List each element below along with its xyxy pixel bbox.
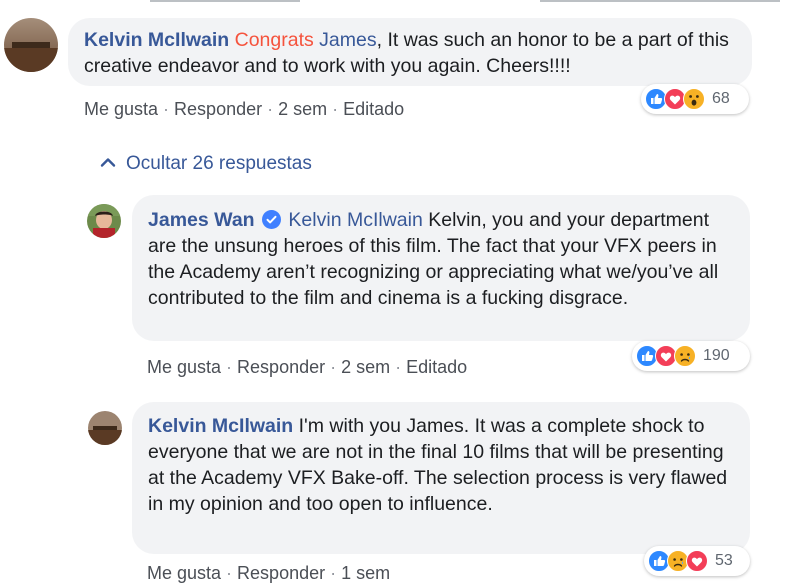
love-icon <box>686 550 708 572</box>
reply-mention[interactable]: Kelvin McIlwain <box>288 209 422 231</box>
like-link[interactable]: Me gusta <box>147 357 221 377</box>
reactions-main[interactable]: 68 <box>641 84 749 114</box>
like-link[interactable]: Me gusta <box>147 563 221 583</box>
timestamp-link[interactable]: 2 sem <box>341 357 390 377</box>
wow-icon <box>683 88 705 110</box>
hide-replies-label: Ocultar 26 respuestas <box>126 153 312 174</box>
reaction-count: 190 <box>703 347 730 364</box>
comment-bubble-main: Kelvin McIlwain Congrats James, It was s… <box>68 18 752 86</box>
comment-actions-reply-2: Me gusta · Responder · 1 sem <box>147 563 391 583</box>
edited-link[interactable]: Editado <box>406 357 467 377</box>
comment-mention[interactable]: James <box>319 29 376 51</box>
reactions-reply-2[interactable]: 53 <box>644 546 750 576</box>
reply-link[interactable]: Responder <box>237 357 325 377</box>
reaction-count: 53 <box>715 552 733 569</box>
reply-link[interactable]: Responder <box>237 563 325 583</box>
comment-highlight: Congrats <box>234 29 314 51</box>
verified-badge-icon <box>262 210 281 229</box>
top-border <box>0 0 800 3</box>
like-link[interactable]: Me gusta <box>84 99 158 119</box>
avatar-kelvin-reply[interactable] <box>88 411 122 445</box>
reaction-count: 68 <box>712 90 730 107</box>
reply-link[interactable]: Responder <box>174 99 262 119</box>
edited-link[interactable]: Editado <box>343 99 404 119</box>
reactions-reply-1[interactable]: 190 <box>632 341 750 371</box>
timestamp-link[interactable]: 1 sem <box>341 563 390 583</box>
avatar-james[interactable] <box>87 204 121 238</box>
chevron-up-icon <box>100 158 116 167</box>
comment-author[interactable]: Kelvin McIlwain <box>84 29 229 51</box>
comment-bubble-reply-1: James Wan Kelvin McIlwain Kelvin, you an… <box>132 195 750 341</box>
comment-bubble-reply-2: Kelvin McIlwain I'm with you James. It w… <box>132 402 750 554</box>
comment-actions-reply-1: Me gusta · Responder · 2 sem · Editado <box>147 357 468 377</box>
sad-icon <box>674 345 696 367</box>
reply-author[interactable]: Kelvin McIlwain <box>148 415 293 437</box>
reply-author[interactable]: James Wan <box>148 209 255 231</box>
comment-actions-main: Me gusta · Responder · 2 sem · Editado <box>84 99 405 119</box>
timestamp-link[interactable]: 2 sem <box>278 99 327 119</box>
avatar-kelvin[interactable] <box>4 18 58 72</box>
hide-replies-toggle[interactable]: Ocultar 26 respuestas <box>100 153 312 175</box>
